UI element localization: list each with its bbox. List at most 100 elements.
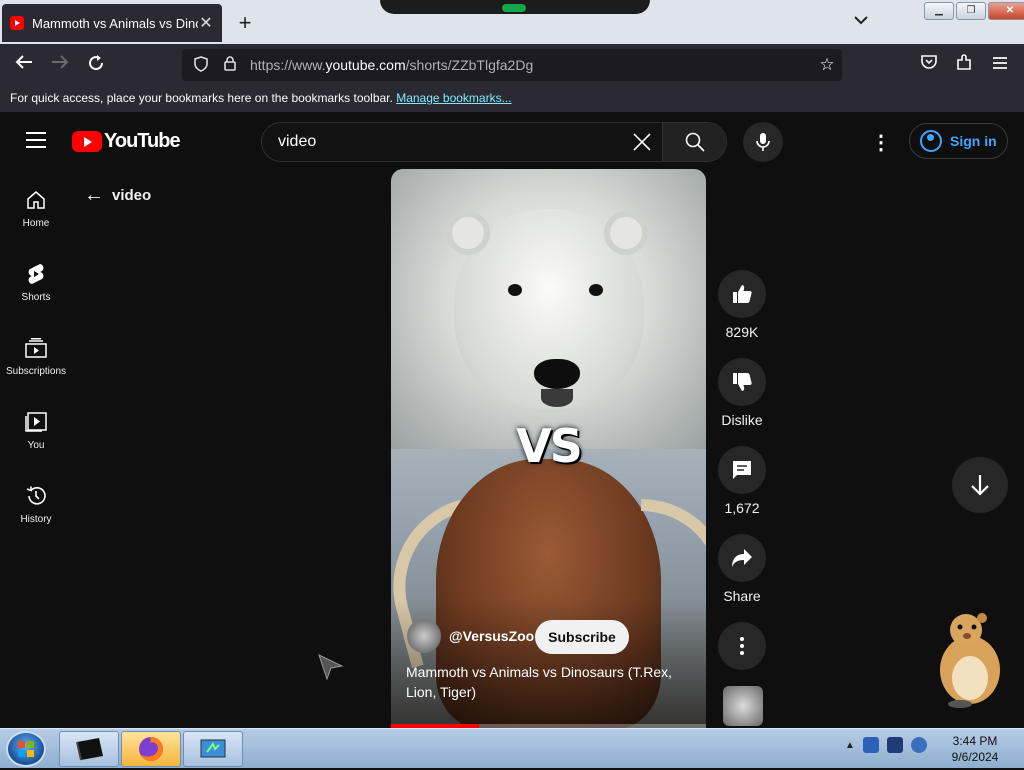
hamster-desktop-pet <box>930 608 1010 708</box>
arrow-down-icon <box>971 475 989 496</box>
back-button[interactable] <box>13 54 35 75</box>
back-to-search-button[interactable]: ← video <box>84 184 151 207</box>
reload-button[interactable] <box>85 54 107 77</box>
tray-volume-icon[interactable] <box>910 737 927 753</box>
bookmark-star-icon[interactable]: ☆ <box>812 55 842 75</box>
search-input[interactable]: video <box>262 133 622 151</box>
chevron-down-icon <box>854 16 868 25</box>
reload-icon <box>89 55 104 71</box>
puzzle-icon <box>957 54 971 70</box>
taskbar-terminal-app[interactable] <box>59 731 119 767</box>
taskbar-firefox-app[interactable] <box>121 731 181 767</box>
guide-menu-button[interactable] <box>26 132 46 153</box>
dislike-action: Dislike <box>716 358 768 428</box>
search-icon <box>685 132 705 152</box>
bookmarks-toolbar: For quick access, place your bookmarks h… <box>0 86 1024 112</box>
channel-name[interactable]: @VersusZoo <box>449 628 534 644</box>
browser-navbar: https://www.youtube.com/shorts/ZZbTlgfa2… <box>0 44 1024 86</box>
subscriptions-icon <box>24 336 48 360</box>
manage-bookmarks-link[interactable]: Manage bookmarks... <box>396 91 511 105</box>
forward-button[interactable] <box>49 54 71 75</box>
firefox-icon <box>139 737 163 761</box>
url-text: https://www.youtube.com/shorts/ZZbTlgfa2… <box>250 57 812 73</box>
logo-text: YouTube <box>104 130 181 152</box>
sidebar-item-home[interactable]: Home <box>0 172 72 246</box>
pocket-button[interactable] <box>918 54 940 75</box>
thumbs-up-icon <box>733 285 752 303</box>
shorts-video-player[interactable]: VS @VersusZoo Subscribe Mammoth vs Anima… <box>391 169 706 728</box>
window-close-button[interactable]: ✕ <box>988 2 1024 20</box>
like-count: 829K <box>725 324 759 340</box>
monitor-app-icon <box>200 739 226 758</box>
channel-info[interactable]: @VersusZoo <box>407 619 534 653</box>
tab-close-icon[interactable]: ✕ <box>198 13 214 33</box>
search-button[interactable] <box>662 123 726 161</box>
pocket-icon <box>921 55 937 69</box>
search-box: video <box>261 122 727 162</box>
new-tab-button[interactable]: + <box>234 10 256 36</box>
sidebar-item-subscriptions[interactable]: Subscriptions <box>0 320 72 394</box>
top-decoration <box>380 0 650 14</box>
polar-bear-image <box>391 169 706 449</box>
arrow-left-icon: ← <box>84 184 104 206</box>
back-label: video <box>112 187 152 204</box>
home-icon <box>24 188 48 212</box>
like-button[interactable] <box>718 270 766 318</box>
taskbar-app-3[interactable] <box>183 731 243 767</box>
more-options-button[interactable] <box>718 622 766 670</box>
settings-more-button[interactable]: ⋮ <box>870 130 892 155</box>
sidebar-label: Shorts <box>21 292 51 303</box>
next-video-button[interactable] <box>952 457 1008 513</box>
sidebar-item-shorts[interactable]: Shorts <box>0 246 72 320</box>
youtube-page: YouTube video ⋮ Sign in Home Shorts Subs… <box>0 112 1024 728</box>
show-hidden-icons-button[interactable]: ▲ <box>845 740 855 751</box>
url-domain: youtube.com <box>325 57 406 73</box>
thumbs-down-icon <box>733 373 752 391</box>
url-prefix: https://www. <box>250 57 326 73</box>
share-label: Share <box>723 588 761 604</box>
vs-overlay-text: VS <box>516 419 583 473</box>
more-action <box>716 622 768 670</box>
subscribe-button[interactable]: Subscribe <box>535 620 629 654</box>
tray-display-icon[interactable] <box>886 737 903 753</box>
youtube-favicon-icon <box>10 16 24 30</box>
arrow-left-icon <box>15 55 32 69</box>
window-controls: ▁ ❐ ✕ <box>924 2 1024 20</box>
tray-network-icon[interactable] <box>862 737 879 753</box>
bookmarks-hint: For quick access, place your bookmarks h… <box>10 91 393 105</box>
address-bar[interactable]: https://www.youtube.com/shorts/ZZbTlgfa2… <box>182 49 842 81</box>
sound-thumbnail[interactable] <box>723 686 763 726</box>
comments-button[interactable] <box>718 446 766 494</box>
extensions-button[interactable] <box>953 54 975 77</box>
green-indicator <box>502 4 526 12</box>
restore-button[interactable]: ❐ <box>956 2 986 20</box>
sign-in-label: Sign in <box>950 133 997 149</box>
shorts-icon <box>24 262 48 286</box>
comments-action: 1,672 <box>716 446 768 516</box>
sidebar-item-history[interactable]: History <box>0 468 72 542</box>
tracking-protection-shield-icon[interactable] <box>194 55 212 75</box>
windows-taskbar: ▲ 3:44 PM 9/6/2024 <box>0 728 1024 768</box>
close-icon <box>633 132 651 151</box>
mini-guide: Home Shorts Subscriptions You History <box>0 172 72 542</box>
lock-icon[interactable] <box>224 56 242 74</box>
dislike-label: Dislike <box>721 412 763 428</box>
sidebar-item-you[interactable]: You <box>0 394 72 468</box>
app-menu-button[interactable] <box>989 54 1011 75</box>
start-button[interactable] <box>6 731 46 767</box>
like-action: 829K <box>716 270 768 340</box>
system-tray: ▲ <box>845 737 927 753</box>
minimize-button[interactable]: ▁ <box>924 2 954 20</box>
browser-titlebar: Mammoth vs Animals vs Dinosaurs ✕ + ▁ ❐ … <box>0 0 1024 44</box>
channel-avatar[interactable] <box>407 619 441 653</box>
youtube-logo[interactable]: YouTube <box>72 130 181 153</box>
list-all-tabs-button[interactable] <box>854 12 868 28</box>
share-button[interactable] <box>718 534 766 582</box>
video-title[interactable]: Mammoth vs Animals vs Dinosaurs (T.Rex, … <box>406 662 696 702</box>
clear-search-button[interactable] <box>622 127 662 158</box>
browser-tab-active[interactable]: Mammoth vs Animals vs Dinosaurs ✕ <box>2 4 222 42</box>
sign-in-button[interactable]: Sign in <box>909 123 1008 159</box>
dislike-button[interactable] <box>718 358 766 406</box>
voice-search-button[interactable] <box>743 122 783 162</box>
system-clock[interactable]: 3:44 PM 9/6/2024 <box>940 733 1010 765</box>
